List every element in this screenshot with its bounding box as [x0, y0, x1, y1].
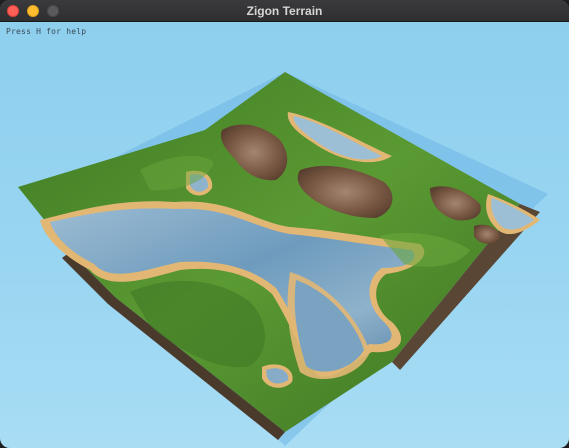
terrain-render[interactable]	[0, 22, 569, 448]
app-window: Zigon Terrain Press H for help	[0, 0, 569, 448]
title-bar[interactable]: Zigon Terrain	[0, 0, 569, 22]
terrain-viewport[interactable]: Press H for help	[0, 22, 569, 448]
window-title: Zigon Terrain	[246, 4, 323, 18]
